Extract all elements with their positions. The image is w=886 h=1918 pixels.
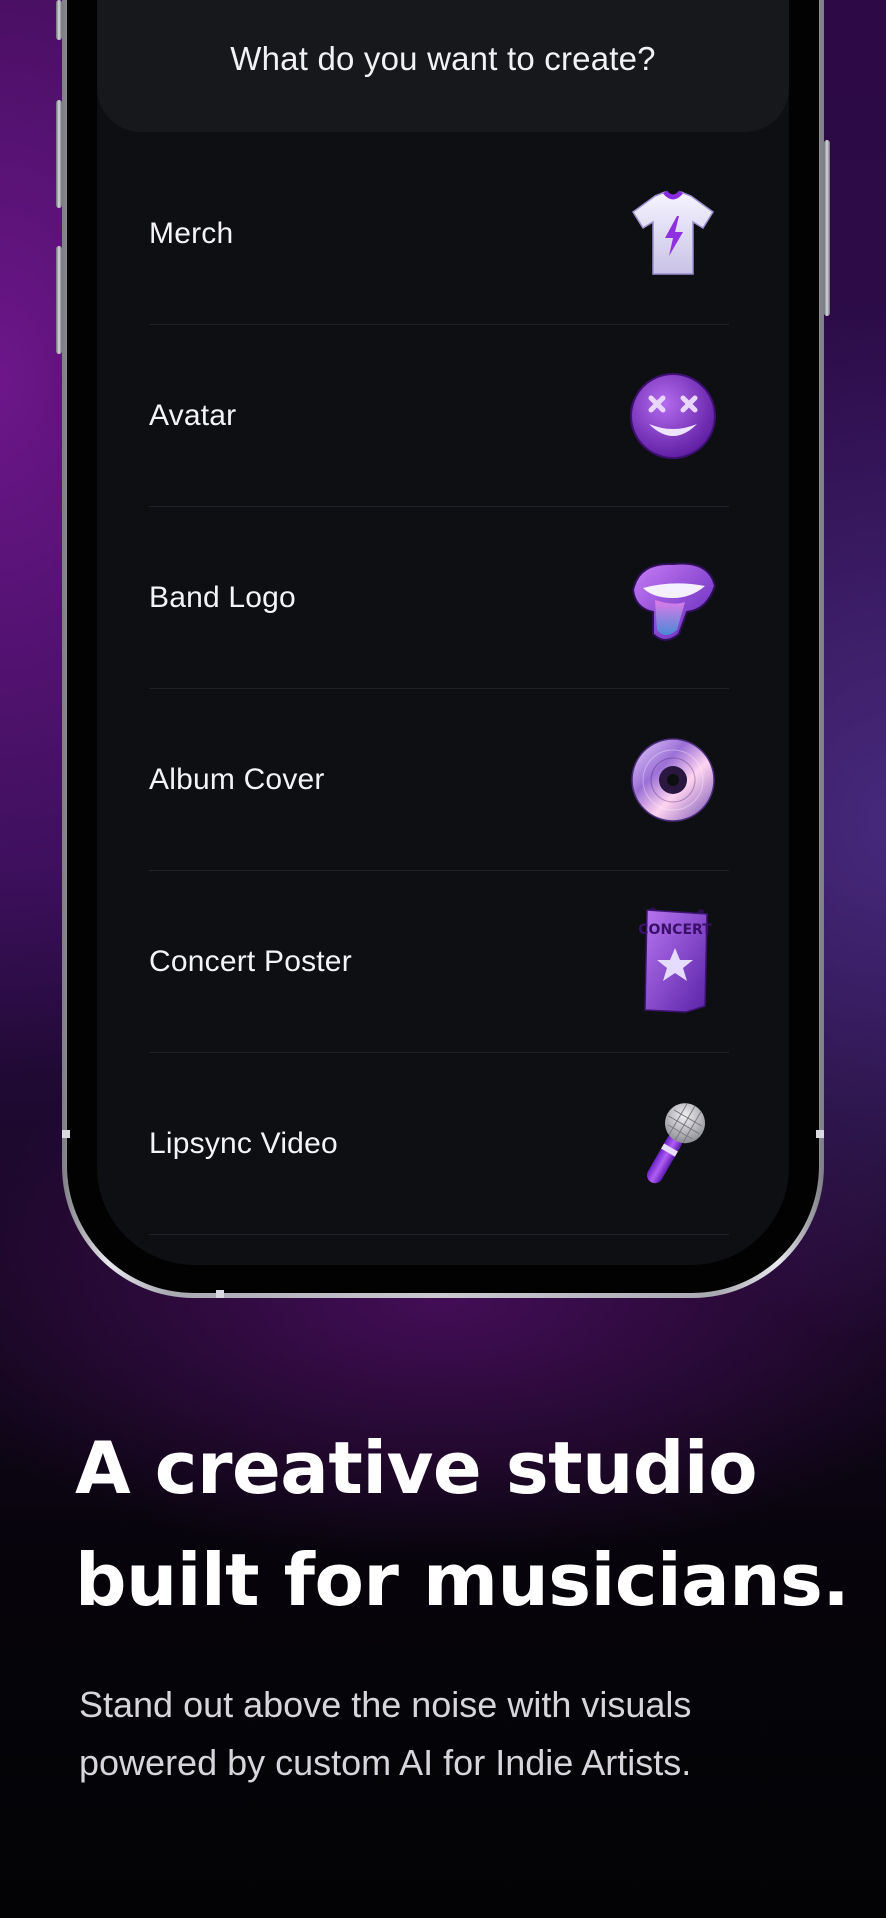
phone-bezel: What do you want to create? Merch Avatar… <box>67 0 819 1293</box>
smiley-face-icon <box>625 368 721 464</box>
page-title: What do you want to create? <box>230 40 656 77</box>
subtext-line-2: powered by custom AI for Indie Artists. <box>79 1742 692 1783</box>
menu-item-label: Avatar <box>149 398 237 432</box>
power-button <box>824 140 830 316</box>
create-options-list: Merch Avatar Band Logo Album Cover Conce… <box>149 143 729 1235</box>
app-screen: What do you want to create? Merch Avatar… <box>97 0 789 1265</box>
menu-item-avatar[interactable]: Avatar <box>149 325 729 507</box>
tongue-logo-icon <box>625 550 721 646</box>
antenna-band-bottom <box>216 1290 224 1298</box>
subtext-line-1: Stand out above the noise with visuals <box>79 1684 692 1725</box>
tshirt-icon <box>625 186 721 282</box>
antenna-band-right <box>816 1130 824 1138</box>
menu-item-label: Band Logo <box>149 580 296 614</box>
menu-item-merch[interactable]: Merch <box>149 143 729 325</box>
phone-frame: What do you want to create? Merch Avatar… <box>62 0 824 1298</box>
microphone-icon <box>625 1096 721 1192</box>
menu-item-label: Concert Poster <box>149 944 352 978</box>
headline-line-2: built for musicians. <box>75 1538 850 1622</box>
app-store-screenshot: { "app": { "header_title": "What do you … <box>0 0 886 1918</box>
marketing-headline: A creative studio built for musicians. <box>75 1412 855 1636</box>
marketing-subtext: Stand out above the noise with visuals p… <box>79 1676 859 1792</box>
menu-item-concert-poster[interactable]: Concert Poster CONCERT <box>149 871 729 1053</box>
menu-item-label: Merch <box>149 216 234 250</box>
menu-item-label: Album Cover <box>149 762 325 796</box>
vinyl-disc-icon <box>625 732 721 828</box>
menu-item-band-logo[interactable]: Band Logo <box>149 507 729 689</box>
antenna-band-left <box>62 1130 70 1138</box>
create-header: What do you want to create? <box>97 0 789 132</box>
menu-item-lipsync-video[interactable]: Lipsync Video <box>149 1053 729 1235</box>
poster-text: CONCERT <box>638 922 712 938</box>
concert-poster-icon: CONCERT <box>625 906 721 1013</box>
menu-item-label: Lipsync Video <box>149 1126 338 1160</box>
menu-item-album-cover[interactable]: Album Cover <box>149 689 729 871</box>
headline-line-1: A creative studio <box>75 1426 758 1510</box>
